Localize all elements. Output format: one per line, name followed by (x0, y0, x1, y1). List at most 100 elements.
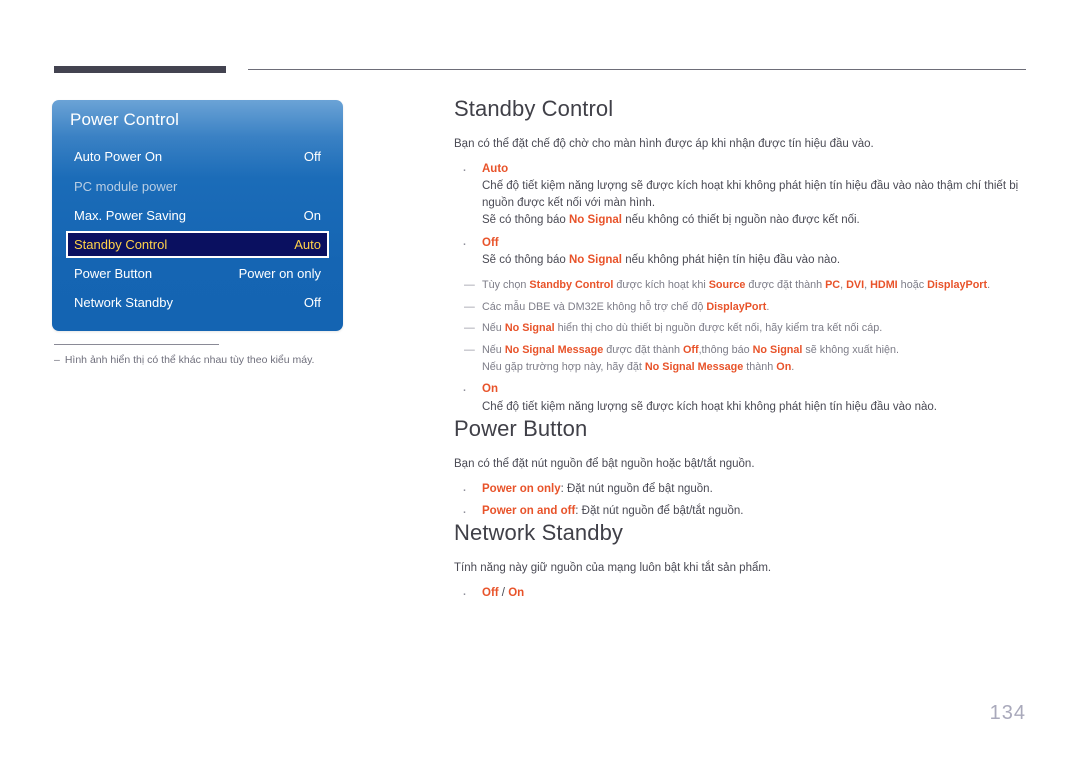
option-desc-auto-line3: Sẽ có thông báo No Signal nếu không có t… (482, 212, 1030, 229)
list-item-off-on: Off / On (454, 583, 1030, 606)
note-text: thành (743, 360, 777, 373)
figure-note-text: Hình ảnh hiển thị có thể khác nhau tùy t… (64, 354, 315, 366)
osd-row-value: Auto (294, 237, 321, 252)
note-text: . (987, 279, 991, 292)
note-text: ,thông báo (698, 344, 753, 357)
option-term-off: Off (482, 236, 499, 249)
figure-note: – Hình ảnh hiển thị có thể khác nhau tùy … (54, 354, 384, 366)
osd-row-value: Off (303, 149, 321, 164)
note-highlight: No Signal (504, 322, 555, 335)
note-text: . (766, 300, 770, 313)
osd-row-power-button[interactable]: Power Button Power on only (68, 262, 327, 285)
option-term-on: On (482, 383, 498, 396)
note-dash-icon: — (464, 279, 475, 292)
option-separator: / (498, 586, 509, 599)
note-text: Nếu (482, 322, 505, 335)
note-highlight: Source (708, 279, 746, 292)
option-desc-power-on-and-off: : Đặt nút nguồn để bật/tắt nguồn. (575, 504, 744, 517)
osd-row-value: Power on only (238, 266, 321, 281)
note-highlight: DisplayPort (927, 279, 988, 292)
section-title-standby-control: Standby Control (454, 96, 614, 121)
note-item: — Nếu No Signal Message được đặt thành Of… (454, 343, 1030, 375)
note-text: Tùy chọn (482, 279, 530, 292)
power-button-option-list: Power on only: Đặt nút nguồn để bật nguồ… (454, 479, 1030, 524)
option-desc-off: Sẽ có thông báo No Signal nếu không phát… (482, 252, 1030, 269)
header-thin-rule (248, 69, 1026, 70)
option-desc-auto-line2: nguồn được kết nối với màn hình. (482, 197, 656, 210)
header-thick-rule (54, 66, 226, 73)
list-item-on: On Chế độ tiết kiệm năng lượng sẽ được k… (454, 379, 1030, 416)
note-item: — Tùy chọn Standby Control được kích hoạt… (454, 278, 1030, 294)
osd-power-control-panel: Power Control Auto Power On Off PC modul… (52, 100, 343, 331)
note-highlight: On (776, 360, 792, 373)
osd-row-value: On (303, 208, 321, 223)
figure-note-rule (54, 344, 219, 345)
section-title-network-standby: Network Standby (454, 520, 624, 546)
auto-line3-highlight: No Signal (568, 214, 622, 227)
off-desc-suffix: nếu không phát hiện tín hiệu đầu vào nào… (622, 253, 841, 266)
note-dash-icon: — (464, 344, 475, 357)
note-text: Nếu gặp trường hợp này, hãy đặt (482, 360, 645, 373)
note-item: — Các mẫu DBE và DM32E không hỗ trợ chế đ… (454, 300, 1030, 316)
osd-row-pc-module-power[interactable]: PC module power (68, 175, 327, 198)
note-highlight: PC (825, 279, 841, 292)
list-item-off: Off Sẽ có thông báo No Signal nếu không … (454, 233, 1030, 270)
note-highlight: DVI (846, 279, 865, 292)
osd-row-label: Auto Power On (74, 149, 163, 164)
list-item-power-on-and-off: Power on and off: Đặt nút nguồn để bật/t… (454, 501, 1030, 524)
option-term-network-on: On (508, 586, 525, 599)
note-highlight: No Signal Message (504, 344, 604, 357)
option-desc-on: Chế độ tiết kiệm năng lượng sẽ được kích… (482, 400, 937, 413)
note-highlight: HDMI (870, 279, 898, 292)
figure-note-dash: – (54, 354, 60, 366)
auto-line3-prefix: Sẽ có thông báo (482, 214, 569, 227)
note-highlight: Off (682, 344, 699, 357)
note-highlight: DisplayPort (706, 300, 767, 313)
note-item: — Nếu No Signal hiển thị cho dù thiết bị … (454, 321, 1030, 337)
osd-row-label: Max. Power Saving (74, 208, 186, 223)
note-text: Các mẫu DBE và DM32E không hỗ trợ chế độ (482, 300, 707, 313)
option-term-power-on-and-off: Power on and off (482, 504, 576, 517)
section-title-power-button: Power Button (454, 415, 588, 441)
note-text: sẽ không xuất hiện. (802, 344, 900, 357)
standby-control-notes: — Tùy chọn Standby Control được kích hoạt… (454, 278, 1030, 375)
list-item-power-on-only: Power on only: Đặt nút nguồn để bật nguồ… (454, 479, 1030, 502)
note-text: hiển thị cho dù thiết bị nguồn được kết … (554, 322, 883, 335)
auto-line3-suffix: nếu không có thiết bị nguồn nào được kết… (622, 214, 860, 227)
network-standby-option-list: Off / On (454, 583, 1030, 606)
list-item-auto: Auto Chế độ tiết kiệm năng lượng sẽ được… (454, 159, 1030, 230)
option-term-auto: Auto (482, 162, 509, 175)
osd-row-label: Power Button (74, 266, 153, 281)
option-desc-power-on-only: : Đặt nút nguồn để bật nguồn. (560, 482, 713, 495)
standby-control-intro: Bạn có thể đặt chế độ chờ cho màn hình đ… (454, 138, 874, 150)
option-term-power-on-only: Power on only (482, 482, 561, 495)
osd-row-max-power-saving[interactable]: Max. Power Saving On (68, 204, 327, 227)
off-desc-prefix: Sẽ có thông báo (482, 253, 569, 266)
osd-row-standby-control-selected[interactable]: Standby Control Auto (66, 231, 329, 258)
standby-control-option-list: Auto Chế độ tiết kiệm năng lượng sẽ được… (454, 159, 1030, 270)
power-button-intro: Bạn có thể đặt nút nguồn để bật nguồn ho… (454, 457, 755, 470)
page-header-rules (54, 64, 1026, 74)
note-text: được kích hoạt khi (613, 279, 709, 292)
off-desc-highlight: No Signal (568, 253, 622, 266)
osd-panel-title: Power Control (70, 110, 180, 129)
osd-row-value: Off (303, 295, 321, 310)
note-dash-icon: — (464, 300, 475, 313)
option-term-network-off: Off (482, 586, 499, 599)
main-content: Standby Control Bạn có thể đặt chế độ ch… (454, 96, 1030, 606)
note-text: được đặt thành (745, 279, 826, 292)
note-continuation: Nếu gặp trường hợp này, hãy đặt No Signa… (482, 360, 1030, 376)
page-number: 134 (989, 702, 1026, 724)
note-text: . (791, 360, 795, 373)
osd-row-network-standby[interactable]: Network Standby Off (68, 291, 327, 314)
note-text: Nếu (482, 344, 505, 357)
osd-row-auto-power-on[interactable]: Auto Power On Off (68, 145, 327, 168)
option-desc-auto-line1: Chế độ tiết kiệm năng lượng sẽ được kích… (482, 179, 1019, 192)
osd-row-label: PC module power (74, 179, 178, 194)
note-text: được đặt thành (603, 344, 683, 357)
note-highlight: No Signal Message (644, 360, 744, 373)
osd-row-label: Standby Control (74, 237, 168, 252)
note-highlight: Standby Control (529, 279, 614, 292)
note-highlight: No Signal (752, 344, 803, 357)
note-dash-icon: — (464, 322, 475, 335)
